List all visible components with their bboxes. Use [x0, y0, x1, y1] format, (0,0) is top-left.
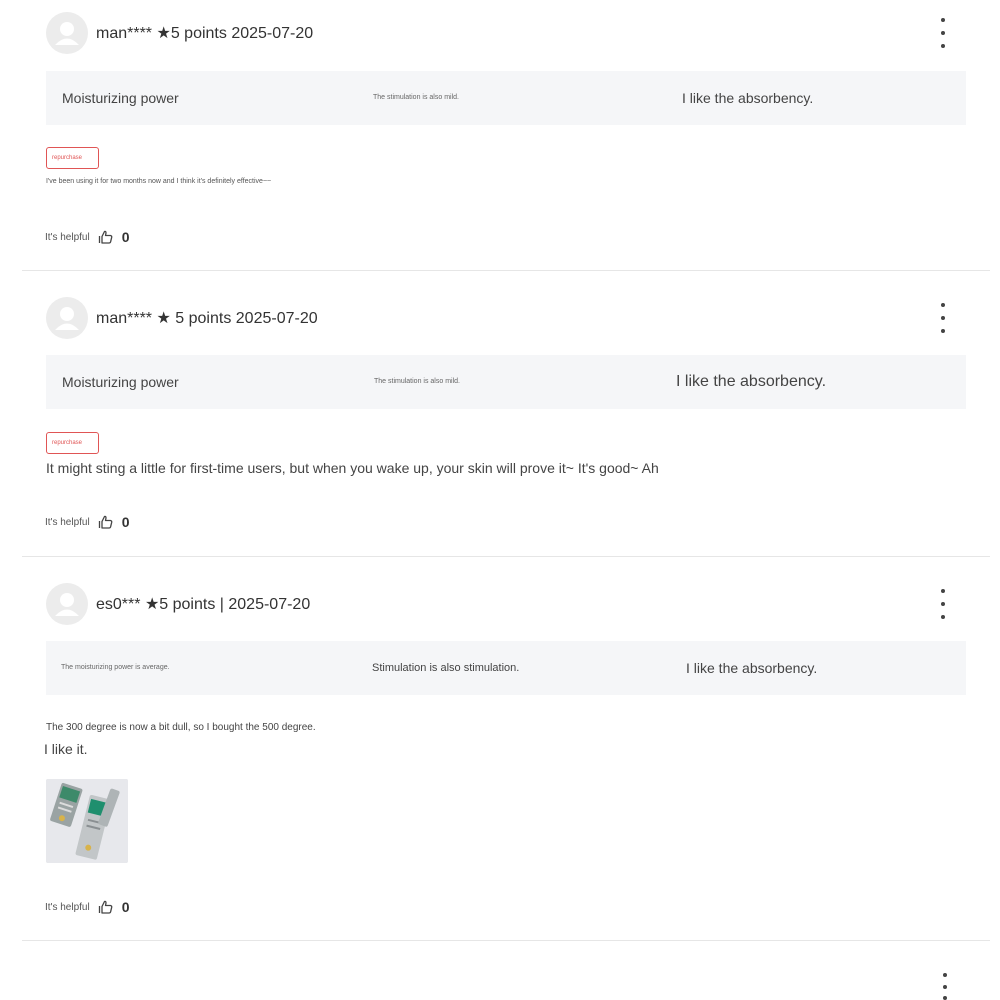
review-meta: es0*** ★5 points | 2025-07-20 — [96, 594, 310, 614]
attribute-bar: Moisturizing power The stimulation is al… — [46, 71, 966, 125]
review-date: 2025-07-20 — [235, 310, 318, 327]
helpful-label: It's helpful — [45, 901, 90, 913]
helpful-label: It's helpful — [45, 516, 90, 528]
attr-absorbency: I like the absorbency. — [676, 373, 827, 390]
repurchase-badge: repurchase — [46, 147, 99, 169]
product-image-thumbnail — [46, 779, 128, 863]
attr-stimulation: Stimulation is also stimulation. — [372, 662, 520, 674]
more-options-icon[interactable] — [940, 589, 946, 619]
more-options-icon[interactable] — [940, 18, 946, 48]
review-text: It might sting a little for first-time u… — [46, 460, 659, 476]
review-header: es0*** ★5 points | 2025-07-20 — [46, 582, 990, 626]
username: man**** — [96, 25, 153, 42]
review-item: man**** ★ 5 points 2025-07-20 Moisturizi… — [22, 271, 990, 557]
username: man**** — [96, 310, 153, 327]
rating: ★ 5 points — [156, 310, 232, 327]
attr-absorbency: I like the absorbency. — [686, 660, 818, 676]
avatar — [46, 12, 88, 54]
attr-stimulation: The stimulation is also mild. — [373, 94, 459, 101]
repurchase-badge: repurchase — [46, 432, 99, 454]
attribute-bar: The moisturizing power is average. Stimu… — [46, 641, 966, 695]
helpful-button[interactable]: It's helpful 0 — [45, 898, 130, 916]
rating: ★5 points | — [144, 596, 224, 613]
attr-stimulation: The stimulation is also mild. — [374, 378, 460, 385]
review-text-line-2: I like it. — [44, 741, 88, 757]
avatar — [46, 297, 88, 339]
thumbs-up-icon — [98, 230, 113, 244]
user-icon — [55, 307, 79, 330]
helpful-count: 0 — [121, 229, 130, 245]
review-item: es0*** ★5 points | 2025-07-20 The moistu… — [22, 557, 990, 941]
review-item: man**** ★5 points 2025-07-20 Moisturizin… — [22, 0, 990, 271]
attr-moisturizing: Moisturizing power — [62, 90, 179, 106]
review-date: 2025-07-20 — [228, 596, 311, 613]
attr-absorbency: I like the absorbency. — [682, 90, 814, 106]
helpful-count: 0 — [121, 514, 130, 530]
helpful-count: 0 — [121, 899, 130, 915]
attribute-bar: Moisturizing power The stimulation is al… — [46, 355, 966, 409]
helpful-button[interactable]: It's helpful 0 — [45, 513, 130, 531]
review-photo[interactable] — [46, 779, 128, 863]
thumbs-up-icon — [98, 515, 113, 529]
review-meta: man**** ★ 5 points 2025-07-20 — [96, 308, 318, 328]
review-meta: man**** ★5 points 2025-07-20 — [96, 23, 313, 43]
review-date: 2025-07-20 — [231, 25, 314, 42]
attr-moisturizing: Moisturizing power — [62, 374, 179, 390]
review-header: man**** ★ 5 points 2025-07-20 — [46, 296, 990, 340]
helpful-label: It's helpful — [45, 231, 90, 243]
rating: ★5 points — [156, 25, 227, 42]
user-icon — [55, 593, 79, 616]
thumbs-up-icon — [98, 900, 113, 914]
review-text-line-1: The 300 degree is now a bit dull, so I b… — [46, 722, 316, 733]
review-text: I've been using it for two months now an… — [46, 178, 272, 185]
more-options-icon[interactable] — [940, 303, 946, 333]
review-header: man**** ★5 points 2025-07-20 — [46, 11, 990, 55]
helpful-button[interactable]: It's helpful 0 — [45, 228, 130, 246]
username: es0*** — [96, 596, 141, 613]
more-options-icon[interactable] — [942, 973, 948, 1000]
avatar — [46, 583, 88, 625]
attr-moisturizing: The moisturizing power is average. — [61, 664, 170, 671]
user-icon — [55, 22, 79, 45]
